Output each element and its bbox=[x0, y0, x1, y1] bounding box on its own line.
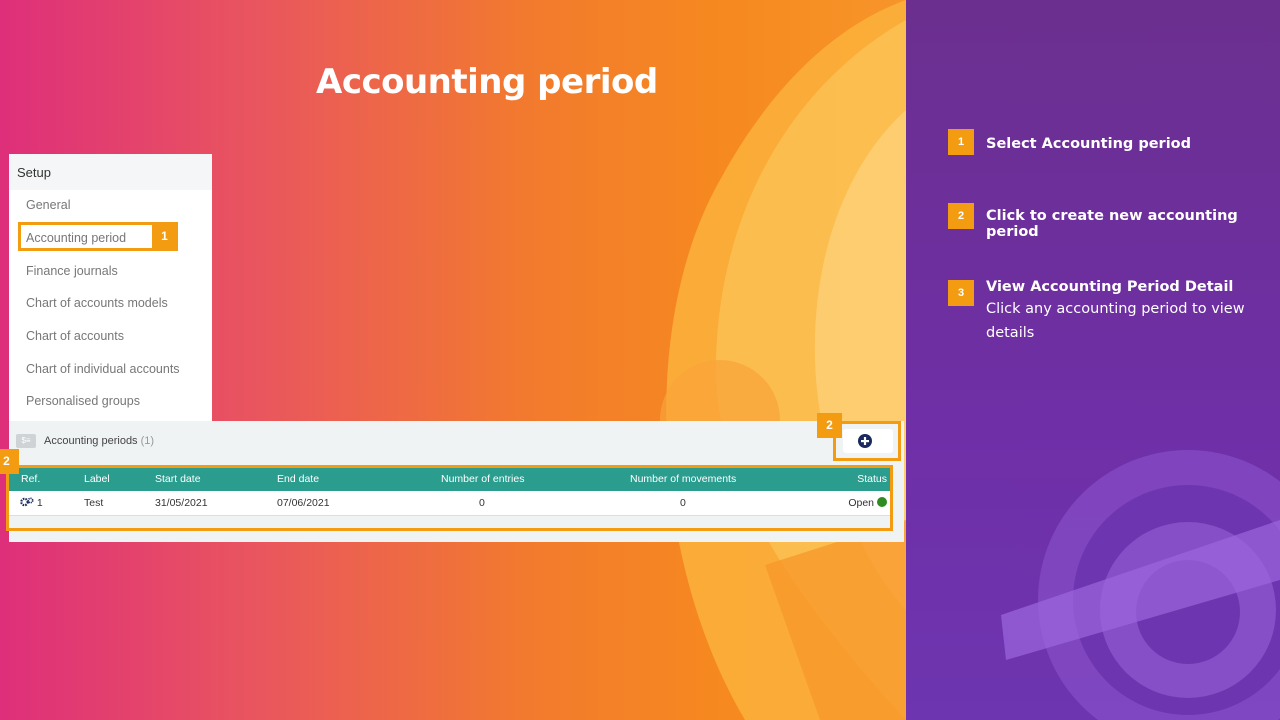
callout-badge-2-add: 2 bbox=[817, 413, 842, 438]
table-header: Ref. Label Start date End date Number of… bbox=[9, 468, 893, 491]
step-3-desc: Click any accounting period to view deta… bbox=[986, 301, 1245, 341]
slide-title: Accounting period bbox=[316, 62, 658, 102]
menu-item-chart-of-individual-accounts[interactable]: Chart of individual accounts bbox=[26, 359, 180, 379]
slide-canvas: Accounting period Setup General Accounti… bbox=[0, 0, 906, 720]
menu-item-finance-journals[interactable]: Finance journals bbox=[26, 261, 118, 281]
step-badge-3: 3 bbox=[948, 280, 974, 306]
step-badge-1: 1 bbox=[948, 129, 974, 155]
instructions-sidebar: 1 Select Accounting period 2 Click to cr… bbox=[906, 0, 1280, 720]
setup-menu-header: Setup bbox=[9, 154, 212, 190]
accounting-periods-panel: $≡ Accounting periods (1) 2 Ref. Label S… bbox=[6, 413, 904, 542]
step-3: View Accounting Period Detail Click any … bbox=[986, 279, 1256, 345]
cell-ref-value: 1 bbox=[36, 497, 43, 509]
callout-badge-2-table: 2 bbox=[0, 449, 19, 474]
cell-label: Test bbox=[84, 497, 104, 509]
callout-badge-1: 1 bbox=[152, 224, 177, 249]
panel-count: (1) bbox=[140, 435, 155, 447]
step-3-title: View Accounting Period Detail bbox=[986, 279, 1234, 295]
panel-title: Accounting periods (1) bbox=[44, 435, 154, 447]
menu-item-personalised-groups[interactable]: Personalised groups bbox=[26, 391, 140, 411]
add-period-button[interactable] bbox=[843, 429, 893, 453]
status-text: Open bbox=[848, 497, 874, 509]
step-1: Select Accounting period bbox=[986, 136, 1191, 152]
menu-item-general[interactable]: General bbox=[26, 195, 70, 215]
panel-title-text: Accounting periods bbox=[44, 435, 138, 447]
cell-end-date: 07/06/2021 bbox=[277, 497, 330, 509]
menu-item-chart-of-accounts-models[interactable]: Chart of accounts models bbox=[26, 293, 168, 313]
step-badge-2: 2 bbox=[948, 203, 974, 229]
status-open-icon bbox=[877, 497, 887, 507]
cell-entries: 0 bbox=[479, 497, 485, 509]
menu-item-accounting-period[interactable]: Accounting period bbox=[26, 228, 126, 248]
table-row[interactable]: 1 Test 31/05/2021 07/06/2021 0 0 Open bbox=[9, 491, 893, 516]
gears-icon bbox=[20, 497, 34, 507]
step-2-title: Click to create new accounting period bbox=[986, 208, 1238, 240]
cell-movements: 0 bbox=[680, 497, 686, 509]
step-2: Click to create new accounting period bbox=[986, 208, 1280, 240]
decorative-e-logo bbox=[1001, 450, 1280, 720]
step-1-title: Select Accounting period bbox=[986, 136, 1192, 152]
cell-start-date: 31/05/2021 bbox=[155, 497, 208, 509]
ledger-icon: $≡ bbox=[16, 434, 36, 448]
plus-circle-icon bbox=[858, 434, 872, 448]
cell-status: Open bbox=[848, 491, 887, 517]
setup-menu: Setup General Accounting period Finance … bbox=[9, 154, 212, 421]
cell-ref[interactable]: 1 bbox=[20, 491, 43, 517]
menu-item-chart-of-accounts[interactable]: Chart of accounts bbox=[26, 326, 124, 346]
